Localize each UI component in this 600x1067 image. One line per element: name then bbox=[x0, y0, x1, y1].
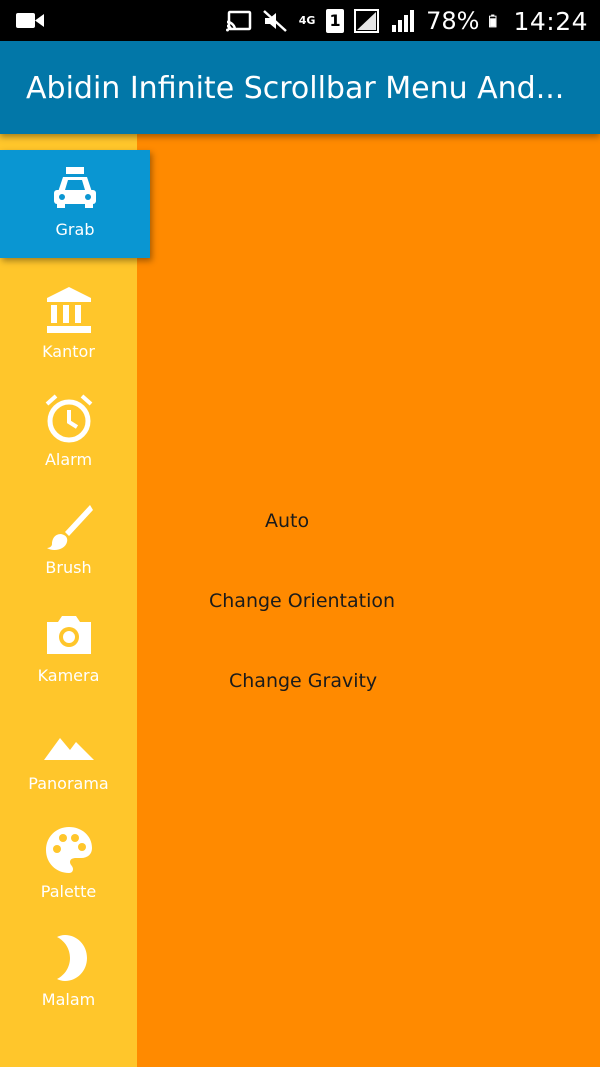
menu-item-label: Kamera bbox=[37, 666, 100, 685]
main-content: Grab Kantor Alarm Brush Kamera Panorama … bbox=[0, 134, 600, 1067]
cast-icon bbox=[226, 10, 252, 32]
clock: 14:24 bbox=[513, 6, 588, 36]
status-bar: 4G 1 78% 14:24 bbox=[0, 0, 600, 41]
menu-item-label: Palette bbox=[40, 882, 97, 901]
moon-icon bbox=[56, 935, 87, 981]
signal-bars-icon bbox=[392, 10, 415, 32]
taxi-icon bbox=[54, 167, 96, 208]
alarm-clock-icon bbox=[45, 394, 92, 443]
menu-item-label: Kantor bbox=[42, 342, 95, 361]
app-bar: Abidin Infinite Scrollbar Menu And... bbox=[0, 41, 600, 134]
bank-icon bbox=[46, 287, 91, 333]
network-type-badge: 4G bbox=[298, 14, 316, 27]
menu-item-label: Brush bbox=[45, 558, 92, 577]
menu-item-malam[interactable]: Malam bbox=[0, 920, 137, 1028]
menu-item-label: Alarm bbox=[44, 450, 93, 469]
sidebar-menu[interactable]: Grab Kantor Alarm Brush Kamera Panorama … bbox=[0, 134, 150, 1067]
page-title: Abidin Infinite Scrollbar Menu And... bbox=[26, 71, 565, 106]
menu-item-label: Grab bbox=[55, 220, 95, 239]
change-gravity-button[interactable]: Change Gravity bbox=[229, 670, 377, 692]
change-orientation-button[interactable]: Change Orientation bbox=[209, 590, 395, 612]
signal-icon bbox=[354, 9, 380, 33]
brush-icon bbox=[46, 505, 93, 550]
auto-button[interactable]: Auto bbox=[265, 510, 309, 532]
menu-item-alarm[interactable]: Alarm bbox=[0, 380, 137, 488]
landscape-icon bbox=[43, 738, 94, 760]
battery-percentage: 78% bbox=[426, 7, 480, 35]
menu-item-kantor[interactable]: Kantor bbox=[0, 272, 137, 380]
menu-item-label: Malam bbox=[41, 990, 96, 1009]
menu-item-palette[interactable]: Palette bbox=[0, 812, 137, 920]
battery-charging-icon bbox=[489, 14, 497, 28]
video-camera-icon bbox=[16, 13, 44, 28]
mute-icon bbox=[263, 10, 287, 32]
menu-item-kamera[interactable]: Kamera bbox=[0, 596, 137, 704]
menu-item-grab[interactable]: Grab bbox=[0, 150, 150, 258]
menu-item-brush[interactable]: Brush bbox=[0, 488, 137, 596]
palette-icon bbox=[45, 827, 92, 873]
sim-badge: 1 bbox=[326, 9, 345, 33]
menu-item-label: Panorama bbox=[28, 774, 109, 793]
menu-item-panorama[interactable]: Panorama bbox=[0, 704, 137, 812]
camera-icon bbox=[46, 616, 91, 654]
